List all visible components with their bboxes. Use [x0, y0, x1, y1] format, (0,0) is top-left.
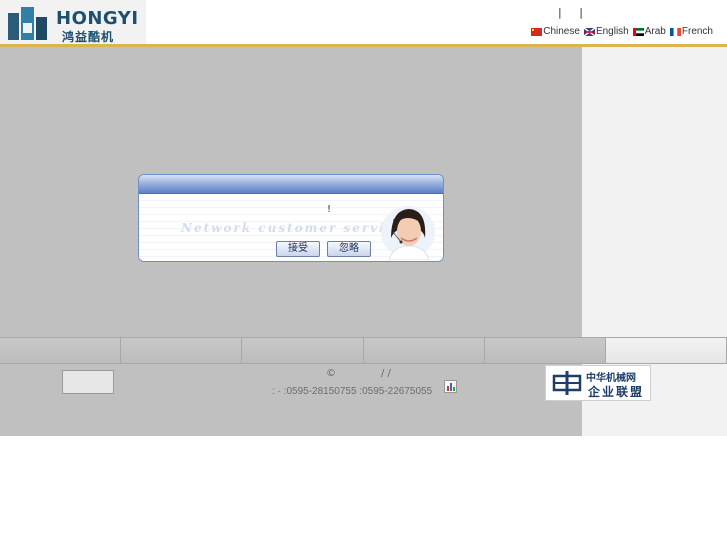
alliance-badge[interactable]: 中华机械网 企业联盟	[545, 365, 651, 401]
dialog-watermark: Network customer service	[181, 221, 405, 235]
logo-text-en: HONGYI	[56, 8, 139, 29]
uae-flag-icon	[632, 27, 644, 36]
nav-item[interactable]	[484, 338, 606, 363]
lang-label: French	[681, 26, 713, 37]
contact-info: : · :0595-28150755 :0595-22675055	[272, 386, 433, 397]
ignore-button[interactable]: 忽略	[327, 241, 371, 257]
dialog-message: !	[327, 204, 332, 215]
nav-item[interactable]	[242, 338, 364, 363]
france-flag-icon	[669, 27, 681, 36]
customer-service-dialog: Network customer service ! 接受 忽略	[138, 174, 444, 262]
lang-french[interactable]: French	[669, 26, 713, 37]
accept-button[interactable]: 接受	[276, 241, 320, 257]
footer-links: / /	[381, 368, 391, 379]
dialog-title-bar[interactable]	[139, 175, 443, 194]
header: HONGYI 鸿益酷机 | | Chinese English Arab Fre…	[0, 0, 727, 47]
lang-chinese[interactable]: Chinese	[531, 26, 580, 37]
lang-label: Chinese	[543, 26, 580, 37]
lang-english[interactable]: English	[583, 26, 629, 37]
alliance-title: 中华机械网	[586, 373, 636, 384]
nav-item[interactable]	[121, 338, 243, 363]
top-link-separator: |	[558, 6, 562, 19]
page: HONGYI 鸿益酷机 | | Chinese English Arab Fre…	[0, 0, 727, 545]
main-nav	[0, 337, 727, 364]
partner-badge[interactable]	[62, 370, 114, 394]
logo-building-icon	[8, 7, 47, 40]
alliance-logo-icon	[552, 371, 582, 395]
language-bar: Chinese English Arab French	[531, 26, 713, 37]
logo-text-cn: 鸿益酷机	[62, 30, 115, 44]
top-link-separator: |	[579, 6, 583, 19]
copyright-text: ©	[326, 368, 336, 379]
stats-icon[interactable]	[444, 380, 457, 393]
cn-flag-icon	[531, 27, 543, 36]
company-logo[interactable]: HONGYI 鸿益酷机	[0, 0, 146, 44]
uk-flag-icon	[583, 27, 595, 36]
lang-arab[interactable]: Arab	[632, 26, 666, 37]
nav-item[interactable]	[363, 338, 485, 363]
top-links: | |	[558, 6, 597, 19]
dialog-body: Network customer service ! 接受 忽略	[139, 194, 443, 261]
lang-label: English	[595, 26, 629, 37]
nav-item[interactable]	[0, 338, 122, 363]
alliance-subtitle: 企业联盟	[588, 385, 645, 399]
customer-service-agent-icon	[381, 206, 435, 260]
lang-label: Arab	[644, 26, 666, 37]
nav-item[interactable]	[605, 338, 727, 363]
